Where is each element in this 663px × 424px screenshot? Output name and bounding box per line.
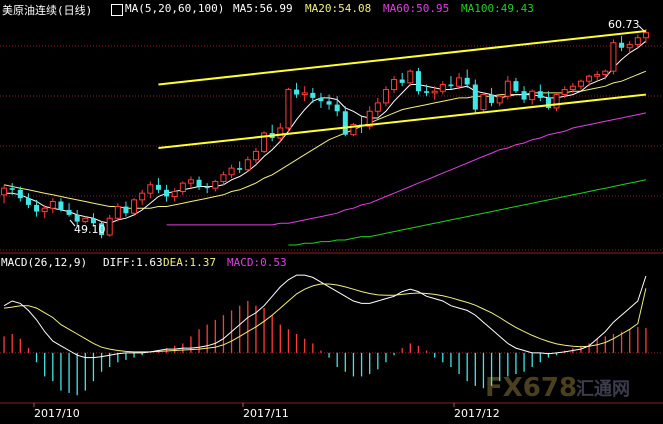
x-axis: 2017/10 2017/11 2017/12 bbox=[33, 403, 500, 420]
moving-average-lines bbox=[3, 40, 647, 246]
candle-body-up bbox=[456, 77, 463, 87]
candle-body-up bbox=[634, 37, 641, 45]
candle-body-down bbox=[66, 209, 72, 215]
x-tick-label: 2017/12 bbox=[454, 407, 500, 420]
candle-body-up bbox=[131, 199, 138, 214]
candle-body-down bbox=[294, 89, 300, 95]
candle-body-up bbox=[147, 184, 154, 194]
candle-body-up bbox=[301, 92, 308, 96]
candle-body-down bbox=[196, 179, 202, 187]
candle-body-up bbox=[577, 80, 584, 87]
candle-body-down bbox=[9, 188, 15, 190]
candle-body-up bbox=[439, 84, 446, 92]
chart-title: 美原油连续(日线) bbox=[2, 4, 93, 17]
candle-body-down bbox=[17, 189, 23, 199]
candle-body-up bbox=[106, 217, 113, 236]
channel-lower-line bbox=[158, 93, 647, 150]
ma-toggle-icon[interactable] bbox=[111, 4, 123, 16]
candle-body-down bbox=[237, 168, 243, 170]
candle-body-down bbox=[155, 184, 161, 190]
candle-body-up bbox=[586, 75, 593, 82]
macd-diff-value: DIFF:1.63 bbox=[103, 256, 163, 269]
candle-body-up bbox=[228, 167, 235, 176]
candle-body-up bbox=[496, 95, 503, 104]
candle-body-up bbox=[529, 90, 536, 101]
candle-body-up bbox=[252, 150, 259, 161]
ma20-line bbox=[3, 70, 647, 209]
candle-body-up bbox=[139, 192, 146, 201]
candle-body-down bbox=[164, 189, 170, 197]
watermark-brand: FX678 bbox=[485, 373, 577, 403]
ma5-value: MA5:56.99 bbox=[233, 2, 293, 15]
candle-body-down bbox=[123, 206, 129, 214]
candle-body-down bbox=[489, 94, 495, 103]
candle-body-up bbox=[553, 94, 560, 109]
candle-body-down bbox=[448, 84, 454, 87]
candle-body-up bbox=[82, 217, 89, 223]
low-price-label: 49.10 bbox=[74, 223, 106, 236]
candle-body-up bbox=[431, 90, 438, 94]
candle-body-up bbox=[171, 191, 178, 198]
candle-body-up bbox=[391, 79, 398, 91]
candle-body-up bbox=[374, 102, 381, 112]
ma60-value: MA60:50.95 bbox=[383, 2, 450, 15]
candle-body-up bbox=[41, 207, 48, 213]
candlestick-chart[interactable]: FX678汇通网 60.7349.10 2017/10 2017/11 2017/1… bbox=[0, 0, 663, 424]
candle-body-down bbox=[342, 111, 348, 135]
candle-body-up bbox=[504, 80, 511, 97]
diff-line bbox=[3, 274, 647, 359]
candle-body-up bbox=[114, 206, 121, 219]
candle-body-down bbox=[464, 77, 470, 85]
candle-body-down bbox=[619, 42, 625, 48]
candle-body-down bbox=[326, 101, 332, 105]
candle-body-down bbox=[74, 214, 80, 222]
candle-body-up bbox=[49, 201, 56, 209]
candle-body-down bbox=[537, 91, 543, 98]
candle-body-down bbox=[472, 84, 478, 110]
candle-body-up bbox=[187, 179, 194, 184]
x-tick-label: 2017/11 bbox=[243, 407, 289, 420]
watermark: FX678汇通网 bbox=[485, 373, 630, 403]
candle-body-up bbox=[642, 32, 649, 39]
candle-body-down bbox=[521, 91, 527, 100]
candle-body-up bbox=[407, 70, 414, 84]
candle-body-up bbox=[212, 180, 219, 189]
candle-body-down bbox=[424, 91, 430, 93]
macd-dea-value: DEA:1.37 bbox=[163, 256, 216, 269]
ma100-line bbox=[288, 179, 647, 246]
candle-body-down bbox=[34, 204, 40, 212]
candle-body-up bbox=[569, 85, 576, 91]
candle-body-down bbox=[204, 186, 210, 189]
candle-body-down bbox=[415, 71, 421, 92]
candle-body-up bbox=[179, 182, 186, 192]
x-tick-label: 2017/10 bbox=[34, 407, 80, 420]
candle-body-up bbox=[244, 159, 251, 171]
ma-params: MA(5,20,60,100) bbox=[125, 2, 225, 15]
macd-params: MACD(26,12,9) bbox=[1, 256, 88, 269]
candle-body-up bbox=[382, 89, 389, 104]
candle-body-down bbox=[310, 92, 316, 98]
candle-body-up bbox=[285, 89, 292, 129]
candle-body-up bbox=[610, 42, 617, 72]
dea-line bbox=[4, 283, 647, 353]
candle-body-up bbox=[480, 94, 487, 111]
candle-body-up bbox=[561, 89, 568, 96]
candle-body-up bbox=[626, 43, 633, 49]
candle-body-down bbox=[513, 81, 519, 92]
candle-body-down bbox=[334, 104, 340, 112]
candle-body-up bbox=[602, 70, 609, 75]
candle-body-up bbox=[1, 187, 8, 196]
ma20-value: MA20:54.08 bbox=[305, 2, 372, 15]
candle-body-up bbox=[220, 174, 227, 182]
candle-body-up bbox=[594, 74, 601, 77]
high-price-label: 60.73 bbox=[608, 18, 640, 31]
candle-body-down bbox=[25, 198, 31, 205]
candle-body-down bbox=[318, 97, 324, 102]
candle-body-down bbox=[58, 201, 64, 210]
watermark-cn: 汇通网 bbox=[576, 379, 630, 400]
ma100-value: MA100:49.43 bbox=[461, 2, 534, 15]
candle-body-up bbox=[277, 127, 284, 139]
candle-body-down bbox=[399, 79, 405, 83]
macd-value: MACD:0.53 bbox=[227, 256, 287, 269]
